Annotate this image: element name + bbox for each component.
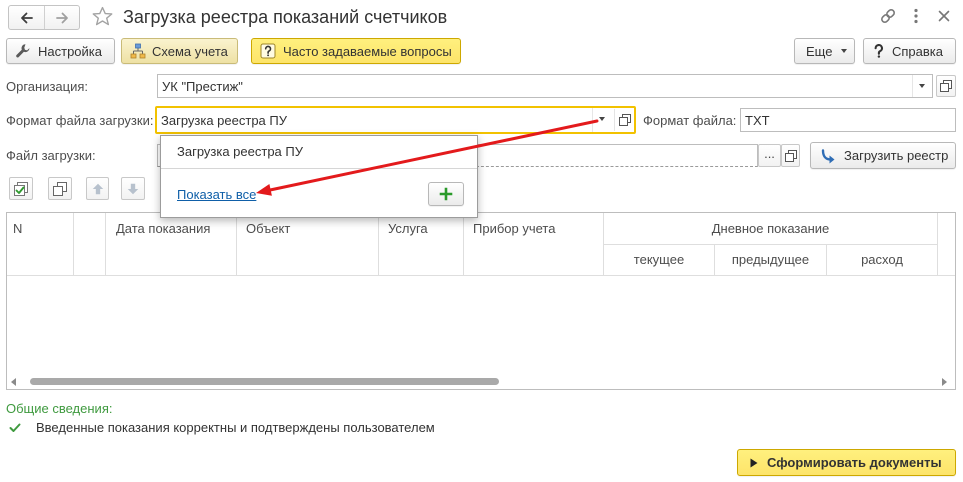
file-format-input[interactable] [741,109,953,131]
move-down-button[interactable] [121,177,145,200]
table-body [7,276,955,376]
arrow-down-icon [127,183,139,194]
check-all-button[interactable] [9,177,33,200]
format-dropdown: Загрузка реестра ПУ Показать все [160,135,478,218]
arrow-up-icon [92,183,103,194]
column-header-reading-date[interactable]: Дата показания [116,221,210,237]
column-header-consumption[interactable]: расход [827,252,937,268]
settings-label: Настройка [38,43,102,59]
chevron-down-icon[interactable] [912,75,932,97]
open-icon [784,149,797,162]
chevron-down-icon[interactable] [592,108,612,132]
file-format-label: Формат файла: [643,113,737,128]
create-documents-button[interactable]: Сформировать документы [737,449,956,476]
arrow-left-icon [20,12,33,23]
scrollbar-thumb[interactable] [30,378,499,385]
close-icon[interactable] [935,7,953,25]
column-header-current[interactable]: текущее [604,252,714,268]
link-icon[interactable] [879,7,897,25]
load-format-input[interactable] [157,108,589,132]
wrench-icon [16,44,30,58]
arrow-right-icon [56,12,68,23]
select-file-button[interactable]: ... [758,144,781,167]
copy-button[interactable] [48,177,72,200]
chevron-down-icon [841,49,848,53]
check-icon [9,423,21,432]
plus-icon [439,187,453,201]
organization-field[interactable] [157,74,933,98]
faq-button[interactable]: Часто задаваемые вопросы [251,38,461,64]
load-registry-label: Загрузить реестр [844,148,949,163]
column-group-day-reading[interactable]: Дневное показание [604,221,937,237]
help-button[interactable]: Справка [863,38,956,64]
hierarchy-icon [130,43,146,59]
question-icon [260,43,276,59]
load-format-label: Формат файла загрузки: [6,113,154,128]
help-label: Справка [892,43,943,59]
load-format-field[interactable] [157,108,612,132]
settings-button[interactable]: Настройка [6,38,115,64]
column-header-number[interactable]: N [13,221,22,237]
open-icon [618,114,631,126]
import-arrow-icon [821,148,835,163]
faq-label: Часто задаваемые вопросы [283,43,452,59]
favorite-star-icon[interactable] [91,5,113,27]
dropdown-item[interactable]: Загрузка реестра ПУ [177,144,303,160]
back-button[interactable] [9,6,44,29]
open-icon [940,80,952,92]
load-file-label: Файл загрузки: [6,148,96,163]
add-format-button[interactable] [428,182,464,206]
check-all-icon [14,181,28,196]
organization-label: Организация: [6,79,89,94]
more-label: Еще [806,43,833,59]
accounting-scheme-button[interactable]: Схема учета [121,38,238,64]
scroll-left-icon[interactable] [11,378,16,386]
column-header-meter[interactable]: Прибор учета [473,221,555,237]
column-header-previous[interactable]: предыдущее [715,252,826,268]
readings-table: N Дата показания Объект Услуга Прибор уч… [6,212,956,390]
load-format-focus [155,106,636,134]
play-icon [750,458,758,467]
create-documents-label: Сформировать документы [767,455,942,470]
horizontal-scrollbar[interactable] [7,375,955,389]
load-registry-button[interactable]: Загрузить реестр [810,142,956,169]
summary-heading: Общие сведения: [6,401,113,416]
forward-button[interactable] [44,6,79,29]
column-header-object[interactable]: Объект [246,221,290,237]
show-all-link[interactable]: Показать все [177,187,256,203]
question-icon [874,44,884,58]
navigation-buttons [8,5,80,30]
scroll-right-icon[interactable] [942,378,947,386]
organization-input[interactable] [158,75,912,97]
column-header-service[interactable]: Услуга [388,221,428,237]
accounting-scheme-label: Схема учета [152,43,228,59]
open-organization-button[interactable] [936,75,956,97]
copy-icon [53,181,67,196]
status-message: Введенные показания корректны и подтверж… [36,420,435,435]
open-file-button[interactable] [781,144,800,167]
page-title: Загрузка реестра показаний счетчиков [123,7,448,27]
open-load-format-button[interactable] [614,109,634,131]
move-up-button[interactable] [86,177,109,200]
dropdown-divider [161,168,477,169]
more-button[interactable]: Еще [794,38,855,64]
file-format-field[interactable] [740,108,956,132]
more-vertical-icon[interactable] [907,7,925,25]
select-file-label: ... [764,145,775,161]
